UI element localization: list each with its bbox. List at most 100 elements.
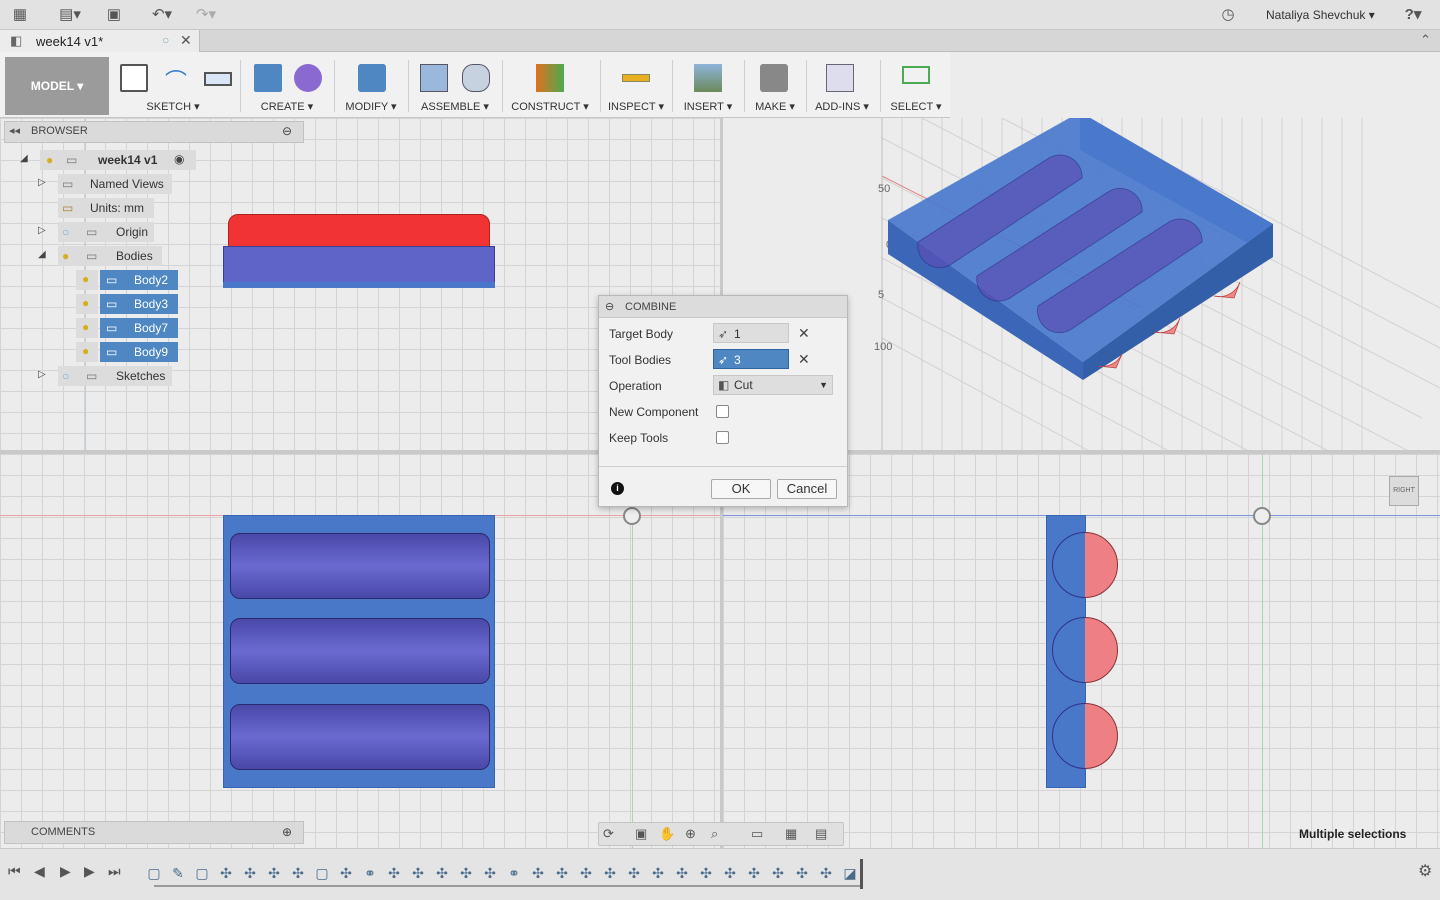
- add-comment-icon[interactable]: ⊕: [282, 825, 292, 839]
- timeline-feature-icon[interactable]: ✣: [674, 865, 690, 881]
- timeline-feature-icon[interactable]: ✣: [266, 865, 282, 881]
- timeline-feature-icon[interactable]: ✎: [170, 865, 186, 881]
- timeline-feature-icon[interactable]: ⚭: [362, 865, 378, 881]
- browser-item-origin[interactable]: ○ ▭ Origin: [58, 222, 154, 242]
- play-icon[interactable]: ▶: [60, 863, 71, 880]
- visibility-bulb-icon[interactable]: ○: [62, 366, 69, 386]
- visibility-bulb-icon[interactable]: ●: [62, 246, 69, 266]
- undo-icon[interactable]: ↶▾: [146, 6, 178, 24]
- sketch-group[interactable]: ⌒ SKETCH ▾: [112, 52, 234, 118]
- file-menu-icon[interactable]: ▤▾: [56, 6, 84, 24]
- browser-item-body9[interactable]: ▭ Body9: [100, 342, 178, 362]
- timeline-feature-icon[interactable]: ✣: [794, 865, 810, 881]
- timeline-feature-icon[interactable]: ✣: [530, 865, 546, 881]
- construct-menu[interactable]: CONSTRUCT ▾: [506, 100, 594, 113]
- visibility-bulb-icon[interactable]: ○: [62, 222, 69, 242]
- step-back-icon[interactable]: ◀: [34, 863, 45, 880]
- combine-dialog-header[interactable]: ⊖ COMBINE: [599, 296, 847, 318]
- close-tab-icon[interactable]: ✕: [180, 32, 192, 49]
- timeline-feature-icon[interactable]: ✣: [746, 865, 762, 881]
- help-icon[interactable]: ?▾: [1398, 6, 1428, 24]
- timeline-feature-icon[interactable]: ✣: [722, 865, 738, 881]
- orbit-icon[interactable]: ⟳: [603, 826, 614, 842]
- timeline-feature-icon[interactable]: ✣: [410, 865, 426, 881]
- inspect-group[interactable]: INSPECT ▾: [604, 52, 668, 118]
- assemble-menu[interactable]: ASSEMBLE ▾: [412, 100, 498, 113]
- ok-button[interactable]: OK: [711, 479, 771, 499]
- collapse-icon[interactable]: ⌃: [1420, 32, 1431, 48]
- timeline-feature-icon[interactable]: ✣: [242, 865, 258, 881]
- extrude-icon[interactable]: [254, 64, 282, 92]
- timeline-feature-icon[interactable]: ✣: [650, 865, 666, 881]
- browser-item-units[interactable]: ▭ Units: mm: [58, 198, 154, 218]
- inspect-menu[interactable]: INSPECT ▾: [604, 100, 668, 113]
- visibility-bulb-icon[interactable]: ●: [46, 150, 53, 170]
- select-group[interactable]: SELECT ▾: [884, 52, 948, 118]
- browser-item-bodies[interactable]: ● ▭ Bodies: [58, 246, 162, 266]
- new-component-icon[interactable]: [420, 64, 448, 92]
- browser-item-named-views[interactable]: ▭ Named Views: [58, 174, 172, 194]
- collapse-toggle-icon[interactable]: ◢: [38, 249, 46, 260]
- addins-menu[interactable]: ADD-INS ▾: [808, 100, 876, 113]
- step-forward-icon[interactable]: ▶: [84, 863, 95, 880]
- create-group[interactable]: CREATE ▾: [244, 52, 330, 118]
- timeline-feature-icon[interactable]: ✣: [770, 865, 786, 881]
- browser-item-body7[interactable]: ▭ Body7: [100, 318, 178, 338]
- document-tab[interactable]: ◧ week14 v1* ○ ✕: [0, 30, 200, 52]
- timeline-feature-icon[interactable]: ✣: [338, 865, 354, 881]
- viewcube[interactable]: RIGHT: [1389, 476, 1419, 506]
- clear-tools-icon[interactable]: ✕: [798, 351, 810, 368]
- app-grid-icon[interactable]: ▦: [10, 6, 30, 24]
- offset-plane-icon[interactable]: [536, 64, 564, 92]
- timeline-feature-icon[interactable]: ▢: [314, 865, 330, 881]
- addins-group[interactable]: ADD-INS ▾: [808, 52, 876, 118]
- new-component-checkbox[interactable]: [716, 405, 729, 418]
- timeline-feature-icon[interactable]: ✣: [698, 865, 714, 881]
- visibility-bulb-icon[interactable]: ●: [82, 272, 89, 286]
- grid-settings-icon[interactable]: ▦: [785, 826, 797, 842]
- save-icon[interactable]: ▣: [104, 6, 124, 24]
- visibility-bulb-icon[interactable]: ●: [82, 296, 89, 310]
- timeline-feature-icon[interactable]: ▢: [146, 865, 162, 881]
- fit-icon[interactable]: ⌕: [711, 826, 718, 842]
- timeline-feature-icon[interactable]: ✣: [578, 865, 594, 881]
- make-group[interactable]: MAKE ▾: [746, 52, 804, 118]
- iso-body-model[interactable]: [888, 118, 1273, 380]
- keep-tools-checkbox[interactable]: [716, 431, 729, 444]
- timeline-feature-icon[interactable]: ✣: [218, 865, 234, 881]
- joint-icon[interactable]: [462, 64, 490, 92]
- origin-marker-icon[interactable]: [1253, 507, 1271, 525]
- assemble-group[interactable]: ASSEMBLE ▾: [412, 52, 498, 118]
- insert-image-icon[interactable]: [694, 64, 722, 92]
- press-pull-icon[interactable]: [358, 64, 386, 92]
- collapse-dialog-icon[interactable]: ⊖: [605, 300, 614, 313]
- 3d-print-icon[interactable]: [760, 64, 788, 92]
- operation-select[interactable]: ◧ Cut ▼: [713, 375, 833, 395]
- browser-item-body2[interactable]: ▭ Body2: [100, 270, 178, 290]
- timeline-feature-icon[interactable]: ✣: [554, 865, 570, 881]
- viewports-icon[interactable]: ▤: [815, 826, 827, 842]
- zoom-icon[interactable]: ⊕: [685, 826, 696, 842]
- timeline-feature-icon[interactable]: ✣: [386, 865, 402, 881]
- cylinder-cutout[interactable]: [230, 533, 490, 599]
- create-sketch-icon[interactable]: [120, 64, 148, 92]
- go-to-start-icon[interactable]: ⏮: [8, 863, 21, 880]
- comments-panel[interactable]: COMMENTS ⊕: [4, 821, 304, 844]
- timeline-settings-icon[interactable]: ⚙: [1418, 861, 1432, 881]
- activate-radio-icon[interactable]: ◉: [174, 152, 184, 166]
- base-plate-front[interactable]: [223, 515, 495, 788]
- timeline-feature-icon[interactable]: ⚭: [506, 865, 522, 881]
- rectangle-icon[interactable]: [204, 72, 232, 86]
- modify-group[interactable]: MODIFY ▾: [338, 52, 404, 118]
- select-menu[interactable]: SELECT ▾: [884, 100, 948, 113]
- job-status-icon[interactable]: ◷: [1218, 6, 1238, 24]
- modify-menu[interactable]: MODIFY ▾: [338, 100, 404, 113]
- line-icon[interactable]: ⌒: [162, 64, 190, 94]
- expand-toggle-icon[interactable]: ◢: [20, 153, 28, 164]
- select-icon[interactable]: [902, 66, 930, 84]
- timeline-feature-icon[interactable]: ✣: [458, 865, 474, 881]
- red-body-top-view[interactable]: [228, 214, 490, 248]
- timeline-marker[interactable]: [860, 859, 863, 889]
- measure-icon[interactable]: [622, 74, 650, 82]
- timeline-feature-icon[interactable]: ✣: [434, 865, 450, 881]
